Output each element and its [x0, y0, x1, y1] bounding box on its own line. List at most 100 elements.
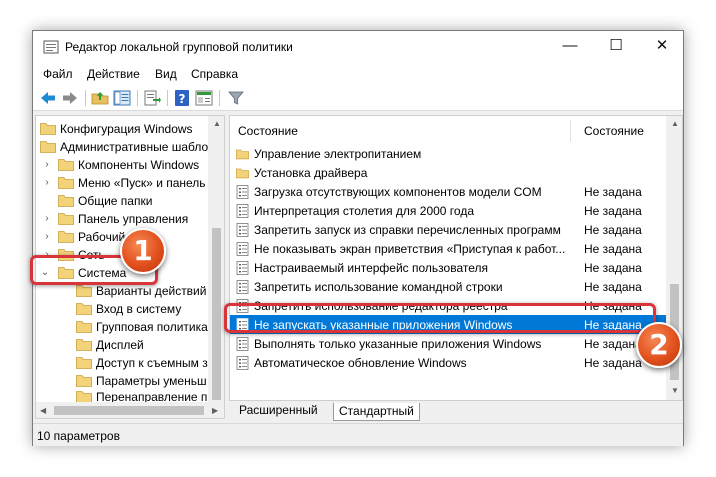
help-icon[interactable]: ?: [173, 89, 191, 107]
column-header-name[interactable]: Состояние: [238, 124, 298, 138]
tree-item-label: Групповая политика: [96, 320, 208, 334]
list-item-folder[interactable]: Управление электропитанием: [230, 144, 666, 163]
list-item-name: Загрузка отсутствующих компонентов модел…: [254, 185, 542, 199]
folder-icon: [236, 149, 249, 160]
tab-standard[interactable]: Стандартный: [333, 403, 420, 421]
list-item-folder[interactable]: Установка драйвера: [230, 163, 666, 182]
column-divider[interactable]: [570, 120, 571, 142]
maximize-button[interactable]: ☐: [593, 31, 639, 63]
folder-icon: [58, 177, 74, 189]
tree-item-label: Меню «Пуск» и панель: [78, 176, 206, 190]
chevron-right-icon[interactable]: ›: [42, 177, 52, 189]
folder-icon: [76, 303, 92, 315]
filter-icon[interactable]: [227, 89, 245, 107]
tree-vertical-scrollbar[interactable]: ▲: [208, 116, 224, 402]
list-item-state: Не задана: [584, 280, 642, 294]
tab-extended[interactable]: Расширенный: [239, 403, 318, 421]
list-item-name: Выполнять только указанные приложения Wi…: [254, 337, 542, 351]
column-header-state[interactable]: Состояние: [584, 124, 644, 138]
scroll-down-arrow-icon[interactable]: ▼: [671, 386, 679, 395]
chevron-right-icon[interactable]: ›: [42, 213, 52, 225]
status-text: 10 параметров: [37, 429, 120, 443]
list-item-name: Установка драйвера: [254, 166, 368, 180]
policy-setting-icon: [236, 337, 249, 351]
list-item-setting[interactable]: Запретить использование командной строки…: [230, 277, 666, 296]
tree-item-label: Вход в систему: [96, 302, 182, 316]
menu-view[interactable]: Вид: [155, 67, 177, 81]
chevron-right-icon[interactable]: ›: [42, 231, 52, 243]
extended-view-icon[interactable]: [195, 89, 213, 107]
menu-help[interactable]: Справка: [191, 67, 238, 81]
policy-setting-icon: [236, 223, 249, 237]
show-hide-tree-icon[interactable]: [113, 89, 131, 107]
folder-icon: [58, 231, 74, 243]
policy-setting-icon: [236, 242, 249, 256]
tree-item-windows-components[interactable]: › Компоненты Windows: [36, 156, 224, 174]
tree-item-admin-templates[interactable]: ⌄ Административные шаблоны: [36, 138, 224, 156]
toolbar-separator: [219, 90, 220, 106]
tree-horizontal-scroll-thumb[interactable]: [54, 406, 204, 415]
policy-setting-icon: [236, 356, 249, 370]
chevron-right-icon[interactable]: ›: [42, 159, 52, 171]
list-item-state: Не задана: [584, 242, 642, 256]
list-item-setting[interactable]: Выполнять только указанные приложения Wi…: [230, 334, 666, 353]
close-button[interactable]: ✕: [639, 31, 685, 63]
toolbar-separator: [167, 90, 168, 106]
tree-item-label: Панель управления: [78, 212, 189, 226]
scroll-left-arrow-icon[interactable]: ◀: [40, 406, 46, 415]
scroll-right-arrow-icon[interactable]: ▶: [212, 406, 218, 415]
folder-up-icon[interactable]: [91, 89, 109, 107]
tree-item-windows-config[interactable]: Конфигурация Windows: [36, 120, 224, 138]
list-item-setting[interactable]: Интерпретация столетия для 2000 года Не …: [230, 201, 666, 220]
tree-item-shared-folders[interactable]: Общие папки: [36, 192, 224, 210]
list-item-setting[interactable]: Запретить запуск из справки перечисленны…: [230, 220, 666, 239]
tree-item-label: Варианты действий: [96, 284, 207, 298]
forward-icon[interactable]: [61, 89, 79, 107]
list-item-setting[interactable]: Автоматическое обновление Windows Не зад…: [230, 353, 666, 372]
tree-item-start-menu[interactable]: › Меню «Пуск» и панель: [36, 174, 224, 192]
policy-setting-icon: [236, 185, 249, 199]
window-title: Редактор локальной групповой политики: [65, 40, 293, 54]
folder-icon: [58, 195, 74, 207]
tree-item-logon[interactable]: Вход в систему: [36, 300, 224, 318]
folder-icon: [40, 141, 56, 153]
folder-icon: [76, 321, 92, 333]
toolbar-separator: [85, 90, 86, 106]
folder-icon: [76, 357, 92, 369]
callout-badge-2: 2: [636, 322, 682, 368]
scroll-up-arrow-icon[interactable]: ▲: [213, 119, 221, 128]
folder-icon: [76, 339, 92, 351]
list-item-setting[interactable]: Не показывать экран приветствия «Приступ…: [230, 239, 666, 258]
tree-item-display[interactable]: Дисплей: [36, 336, 224, 354]
tree-horizontal-scrollbar[interactable]: ◀ ▶: [36, 402, 224, 418]
policy-editor-app-icon: [43, 40, 59, 54]
list-item-name: Автоматическое обновление Windows: [254, 356, 467, 370]
menu-action[interactable]: Действие: [87, 67, 140, 81]
list-item-state: Не задана: [584, 185, 642, 199]
status-bar: 10 параметров: [33, 423, 683, 446]
tree-vertical-scroll-thumb[interactable]: [212, 228, 221, 400]
tree-item-group-policy[interactable]: Групповая политика: [36, 318, 224, 336]
tree-item-control-panel[interactable]: › Панель управления: [36, 210, 224, 228]
scroll-up-arrow-icon[interactable]: ▲: [671, 119, 679, 128]
settings-list-pane[interactable]: Состояние Состояние Управление электропи…: [229, 115, 683, 401]
list-item-state: Не задана: [584, 337, 642, 351]
toolbar: ?: [33, 85, 683, 111]
export-list-icon[interactable]: [143, 89, 161, 107]
callout-highlight-setting: [224, 303, 656, 333]
tree-item-removable-storage[interactable]: Доступ к съемным з: [36, 354, 224, 372]
tree-item-label: Компоненты Windows: [78, 158, 200, 172]
folder-icon: [76, 285, 92, 297]
policy-setting-icon: [236, 204, 249, 218]
minimize-button[interactable]: —: [547, 31, 593, 63]
title-bar[interactable]: Редактор локальной групповой политики — …: [33, 31, 683, 63]
list-item-setting[interactable]: Загрузка отсутствующих компонентов модел…: [230, 182, 666, 201]
back-icon[interactable]: [39, 89, 57, 107]
menu-file[interactable]: Файл: [43, 67, 73, 81]
list-item-name: Управление электропитанием: [254, 147, 422, 161]
list-item-state: Не задана: [584, 223, 642, 237]
list-item-name: Запретить запуск из справки перечисленны…: [254, 223, 561, 237]
list-item-state: Не задана: [584, 204, 642, 218]
folder-icon: [236, 168, 249, 179]
list-item-setting[interactable]: Настраиваемый интерфейс пользователя Не …: [230, 258, 666, 277]
